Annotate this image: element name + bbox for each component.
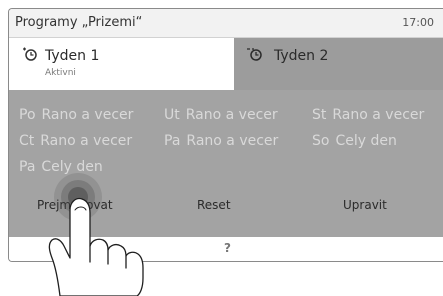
program-label: Rano a vecer [332, 107, 425, 123]
schedule-row: Ct Rano a vecer Pa Rano a vecer So Cely den [9, 133, 443, 153]
program-label: Rano a vecer [185, 107, 278, 123]
clock: 17:00 [402, 16, 434, 29]
schedule-entry[interactable]: Ct Rano a vecer [19, 133, 132, 149]
program-label: Cely den [335, 133, 397, 149]
tab-bar: Tyden 1 Aktivni Tyden 2 [9, 38, 443, 90]
schedule-entry[interactable]: Pa Rano a vecer [164, 133, 278, 149]
tab-week-1-status: Aktivni [45, 68, 76, 78]
page-title: Programy „Prizemi“ [15, 15, 143, 30]
help-button[interactable]: ? [224, 241, 231, 255]
program-label: Rano a vecer [186, 133, 279, 149]
header-bar: Programy „Prizemi“ 17:00 [9, 9, 443, 38]
tab-week-2[interactable]: Tyden 2 [234, 38, 443, 90]
schedule-row: Po Rano a vecer Ut Rano a vecer St Rano a v… [9, 107, 443, 127]
timer-icon [23, 47, 37, 61]
schedule-panel: Po Rano a vecer Ut Rano a vecer St Rano a v… [9, 90, 443, 237]
program-screen: Programy „Prizemi“ 17:00 Tyden 1 Aktivni… [8, 8, 443, 262]
day-label: Pa [19, 159, 36, 175]
edit-button[interactable]: Upravit [343, 198, 387, 212]
action-bar: Prejmenovat Reset Upravit [9, 194, 443, 222]
schedule-entry[interactable]: St Rano a vecer [312, 107, 424, 123]
rename-button[interactable]: Prejmenovat [37, 198, 113, 212]
tab-week-2-label: Tyden 2 [274, 48, 329, 64]
schedule-entry[interactable]: So Cely den [312, 133, 397, 149]
reset-button[interactable]: Reset [197, 198, 231, 212]
day-label: St [312, 107, 327, 123]
day-label: Pa [164, 133, 181, 149]
day-label: So [312, 133, 330, 149]
day-label: Po [19, 107, 36, 123]
tab-week-1[interactable]: Tyden 1 Aktivni [9, 38, 234, 90]
schedule-entry[interactable]: Ut Rano a vecer [164, 107, 278, 123]
tab-week-1-label: Tyden 1 [45, 48, 100, 64]
day-label: Ct [19, 133, 35, 149]
schedule-entry[interactable]: Pa Cely den [19, 159, 103, 175]
program-label: Rano a vecer [41, 107, 134, 123]
schedule-entry[interactable]: Po Rano a vecer [19, 107, 133, 123]
help-bar: ? [9, 237, 443, 261]
schedule-row: Pa Cely den [9, 159, 443, 179]
day-label: Ut [164, 107, 180, 123]
program-label: Rano a vecer [40, 133, 133, 149]
timer-icon [247, 48, 262, 61]
program-label: Cely den [41, 159, 103, 175]
